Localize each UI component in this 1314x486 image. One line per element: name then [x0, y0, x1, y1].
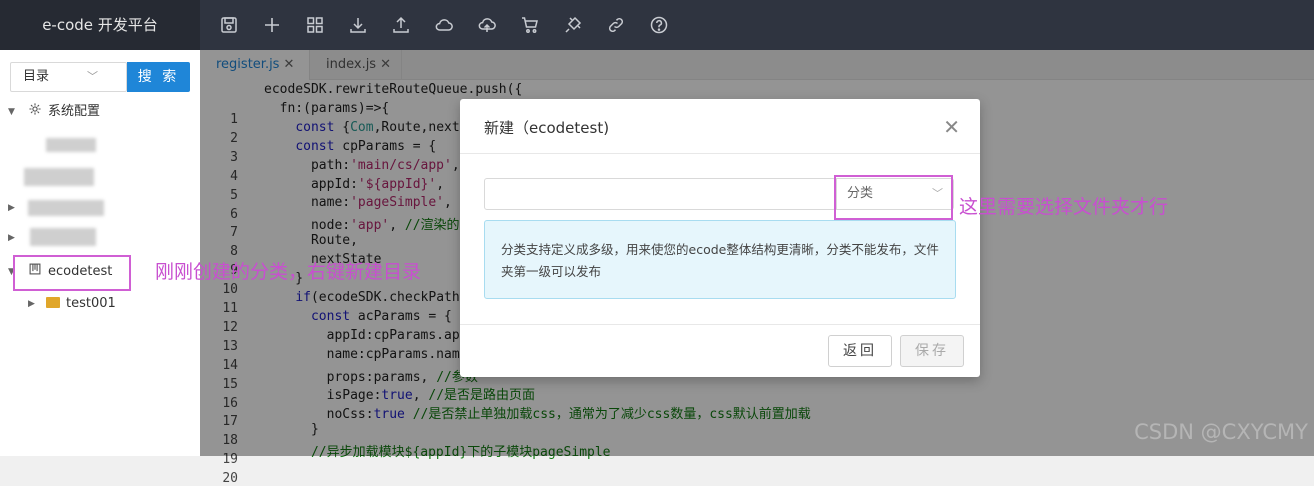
save-button[interactable]: 保存	[900, 335, 964, 367]
divider	[460, 153, 980, 154]
redacted-tree-item	[24, 168, 94, 186]
tree-item-label: test001	[66, 296, 116, 311]
grid-icon[interactable]	[302, 12, 328, 38]
directory-select[interactable]: 目录 ﹀	[10, 62, 127, 92]
gear-icon	[28, 102, 42, 124]
app-title: e-code 开发平台	[0, 0, 200, 50]
caret-right-icon[interactable]: ▶	[8, 203, 15, 213]
tree-item-system-config[interactable]: ▼ 系统配置	[8, 101, 198, 123]
watermark: CSDN @CXYCMY	[1134, 420, 1308, 444]
highlight-box	[834, 175, 953, 220]
annotation-text: 刚刚创建的分类，右键新建目录	[155, 261, 422, 283]
upload-icon[interactable]	[388, 12, 414, 38]
cloud-upload-icon[interactable]	[474, 12, 500, 38]
line-number: 20	[222, 471, 238, 486]
help-icon[interactable]	[646, 12, 672, 38]
dialog-title: 新建（ecodetest)	[484, 119, 610, 137]
redacted-tree-item	[28, 200, 104, 216]
directory-select-value: 目录	[23, 69, 50, 84]
info-alert: 分类支持定义成多级，用来使您的ecode整体结构更清晰，分类不能发布，文件夹第一…	[484, 220, 956, 299]
tree-item-test001[interactable]: ▶ test001	[28, 293, 168, 315]
cart-icon[interactable]	[517, 12, 543, 38]
cloud-icon[interactable]	[431, 12, 457, 38]
name-input[interactable]	[484, 178, 836, 210]
caret-right-icon[interactable]: ▶	[28, 293, 35, 315]
annotation-text: 这里需要选择文件夹才行	[959, 196, 1169, 218]
chevron-down-icon: ﹀	[87, 70, 98, 83]
redacted-tree-item	[30, 228, 96, 246]
search-button[interactable]: 搜 索	[127, 62, 190, 92]
caret-right-icon[interactable]: ▶	[8, 233, 15, 243]
add-icon[interactable]	[259, 12, 285, 38]
highlight-box	[13, 255, 131, 291]
back-button[interactable]: 返回	[828, 335, 892, 367]
plugin-icon[interactable]	[560, 12, 586, 38]
close-icon[interactable]: ✕	[943, 115, 960, 139]
divider	[460, 324, 980, 325]
tree-item-label: 系统配置	[48, 104, 101, 119]
folder-icon	[46, 297, 60, 308]
caret-down-icon[interactable]: ▼	[8, 101, 15, 123]
new-item-dialog: 新建（ecodetest) ✕ 分类 ﹀ 分类支持定义成多级，用来使您的ecod…	[460, 99, 980, 377]
sidebar: 目录 ﹀ 搜 索 ▼ 系统配置 ▶ ▶ ▼ ecodetest ▶ test00…	[0, 50, 200, 456]
download-icon[interactable]	[345, 12, 371, 38]
redacted-tree-item	[46, 138, 96, 152]
top-toolbar: e-code 开发平台	[0, 0, 1314, 50]
save-icon[interactable]	[216, 12, 242, 38]
link-icon[interactable]	[603, 12, 629, 38]
